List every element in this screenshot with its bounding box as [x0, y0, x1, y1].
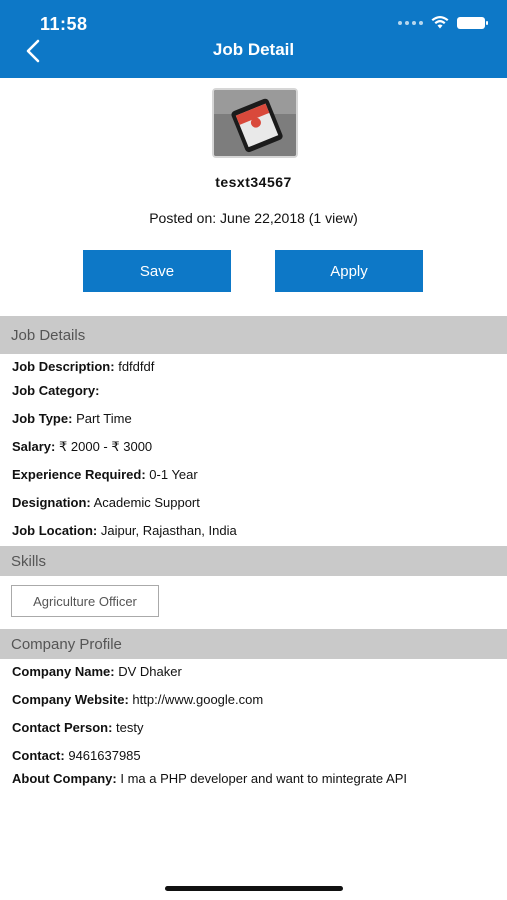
home-indicator[interactable]: [165, 886, 343, 891]
job-image: [212, 88, 298, 158]
save-button[interactable]: Save: [83, 250, 231, 292]
page-title: Job Detail: [212, 40, 295, 59]
detail-row: Salary: ₹ 2000 - ₹ 3000: [12, 439, 153, 454]
battery-icon: [457, 16, 488, 29]
skill-chip[interactable]: Agriculture Officer: [11, 585, 159, 617]
app-header: 11:58 Job Detail: [0, 0, 507, 78]
section-company-profile: Company Profile: [0, 629, 507, 659]
company-row: Company Website: http://www.google.com: [12, 692, 264, 707]
detail-row: Job Type: Part Time: [12, 411, 132, 426]
job-name: tesxt34567: [215, 174, 292, 190]
company-row: Contact: 9461637985: [12, 748, 141, 763]
section-job-details: Job Details: [0, 316, 507, 354]
detail-row: Job Location: Jaipur, Rajasthan, India: [12, 523, 237, 538]
company-row: About Company: I ma a PHP developer and …: [12, 771, 407, 786]
detail-row: Experience Required: 0-1 Year: [12, 467, 198, 482]
detail-row: Job Description: fdfdfdf: [12, 359, 155, 374]
detail-row: Designation: Academic Support: [12, 495, 200, 510]
posted-date: Posted on: June 22,2018 (1 view): [149, 210, 358, 226]
status-icons: [398, 16, 488, 29]
detail-row: Job Category:: [12, 383, 100, 398]
status-time: 11:58: [40, 14, 88, 34]
wifi-icon: [431, 16, 449, 29]
apply-button[interactable]: Apply: [275, 250, 423, 292]
company-row: Contact Person: testy: [12, 720, 144, 735]
signal-icon: [398, 20, 423, 25]
company-row: Company Name: DV Dhaker: [12, 664, 182, 679]
section-skills: Skills: [0, 546, 507, 576]
